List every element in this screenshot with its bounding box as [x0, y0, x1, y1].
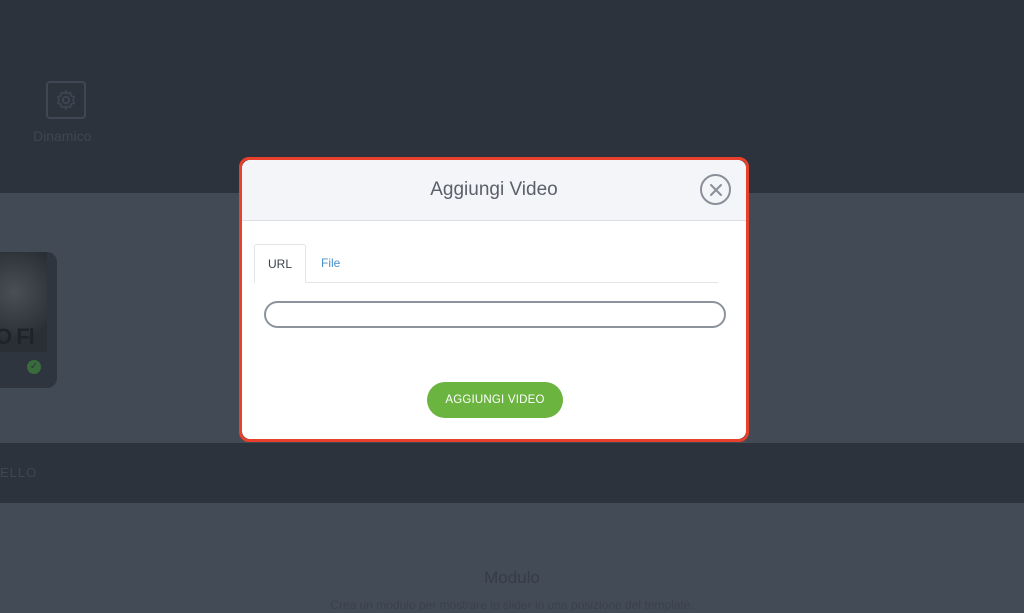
- section-strip: [0, 443, 1024, 503]
- close-button[interactable]: [700, 174, 731, 205]
- add-video-button[interactable]: AGGIUNGI VIDEO: [427, 382, 563, 418]
- dinamico-label: Dinamico: [33, 128, 92, 144]
- modal-title: Aggiungi Video: [430, 179, 558, 200]
- add-video-modal: Aggiungi Video URL File AGGIUNGI VIDEO: [242, 160, 746, 439]
- gear-icon: [57, 90, 75, 110]
- slide-thumbnail-card: O Fl ✓: [0, 252, 57, 388]
- source-tabs: URL File: [254, 244, 718, 283]
- close-icon: [709, 183, 722, 196]
- video-url-input[interactable]: [264, 301, 726, 328]
- module-section: [0, 503, 1024, 613]
- slide-thumbnail-text: O Fl: [0, 324, 35, 349]
- section-strip-label: ELLO: [0, 465, 38, 480]
- check-icon: ✓: [27, 360, 41, 374]
- tab-url[interactable]: URL: [254, 244, 306, 283]
- modal-header: Aggiungi Video: [242, 160, 746, 221]
- module-description: Crea un modulo per mostrare lo slider in…: [330, 598, 694, 612]
- tab-file[interactable]: File: [321, 244, 340, 282]
- dinamico-button: [46, 81, 86, 119]
- module-title: Modulo: [484, 568, 540, 587]
